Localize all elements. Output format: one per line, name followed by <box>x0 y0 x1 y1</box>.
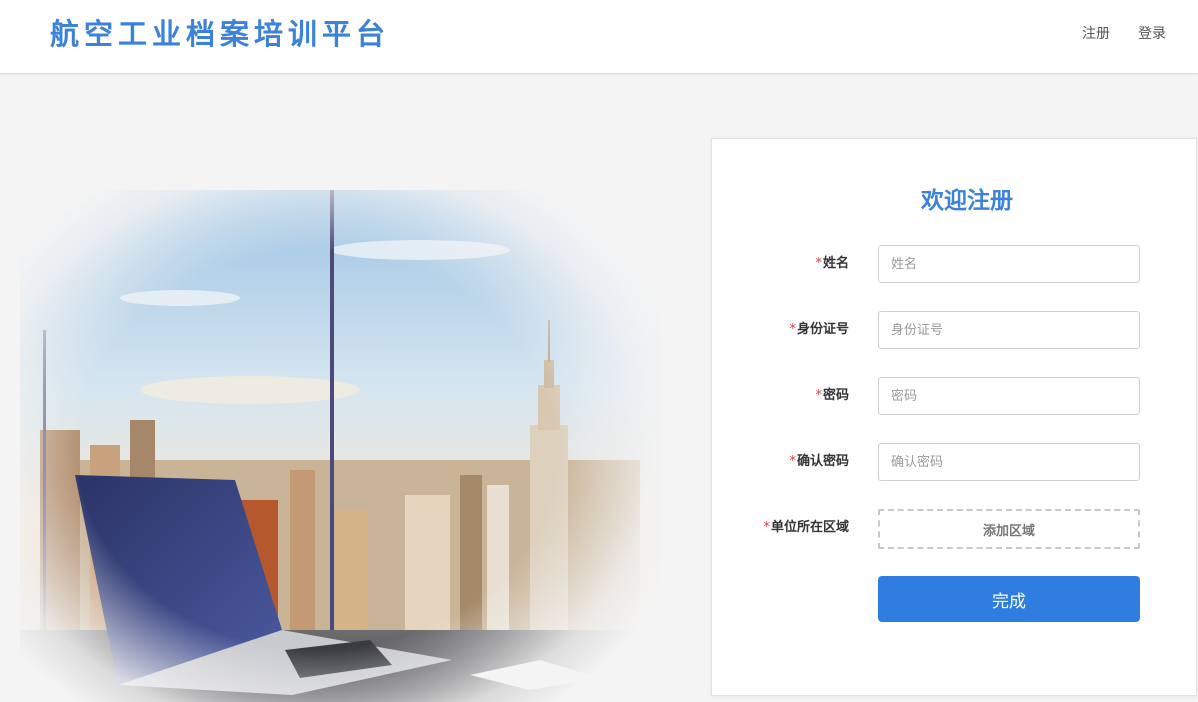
required-mark: * <box>815 388 822 403</box>
confirm-password-label: *确认密码 <box>789 443 849 481</box>
site-title: 航空工业档案培训平台 <box>50 17 391 51</box>
password-input[interactable] <box>878 377 1140 415</box>
top-nav: 注册 登录 <box>1082 24 1166 44</box>
password-label-text: 密码 <box>822 388 849 403</box>
password-row: *密码 <box>712 377 1198 415</box>
name-label-text: 姓名 <box>822 256 849 271</box>
region-label: *单位所在区域 <box>763 509 849 547</box>
name-row: *姓名 <box>712 245 1198 283</box>
confirm-password-input[interactable] <box>878 443 1140 481</box>
submit-button[interactable]: 完成 <box>878 576 1140 622</box>
form-title: 欢迎注册 <box>921 188 1013 214</box>
name-label: *姓名 <box>815 245 849 283</box>
hero-illustration <box>0 130 690 702</box>
city-skyline-laptop-illustration <box>0 130 690 702</box>
confirm-password-label-text: 确认密码 <box>796 454 849 469</box>
required-mark: * <box>763 520 770 535</box>
login-link[interactable]: 登录 <box>1138 24 1166 44</box>
register-link[interactable]: 注册 <box>1082 24 1110 44</box>
confirm-password-row: *确认密码 <box>712 443 1198 481</box>
id-number-row: *身份证号 <box>712 311 1198 349</box>
region-row: *单位所在区域 添加区域 <box>712 509 1198 549</box>
region-label-text: 单位所在区域 <box>770 520 849 535</box>
add-region-button[interactable]: 添加区域 <box>878 509 1140 549</box>
required-mark: * <box>815 256 822 271</box>
required-mark: * <box>789 322 796 337</box>
id-number-label-text: 身份证号 <box>796 322 849 337</box>
id-number-input[interactable] <box>878 311 1140 349</box>
required-mark: * <box>789 454 796 469</box>
password-label: *密码 <box>815 377 849 415</box>
top-bar: 航空工业档案培训平台 注册 登录 <box>0 0 1198 74</box>
id-number-label: *身份证号 <box>789 311 849 349</box>
registration-card: 欢迎注册 *姓名 *身份证号 *密码 *确认密码 *单位所在区域 添加区域 完成 <box>711 138 1197 696</box>
name-input[interactable] <box>878 245 1140 283</box>
